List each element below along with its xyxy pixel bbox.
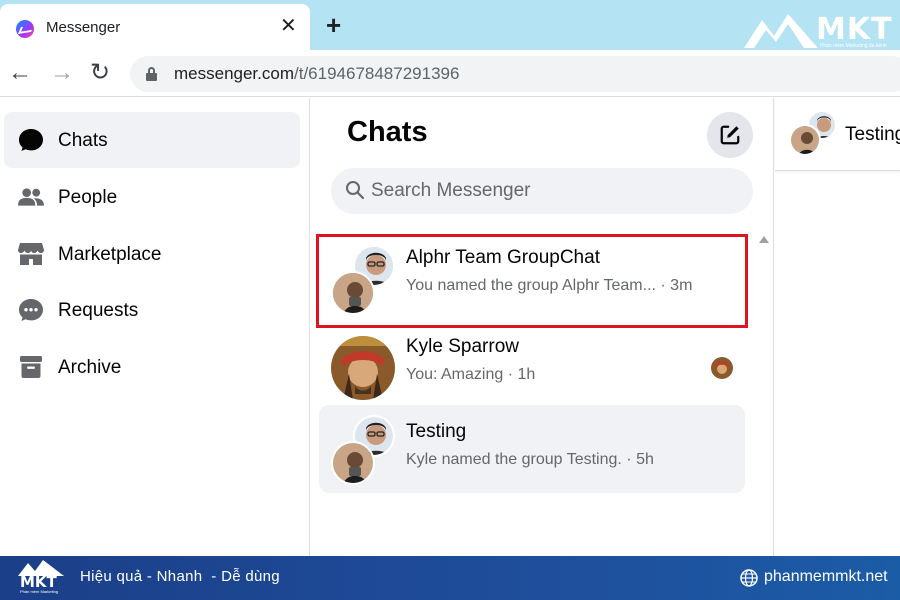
conversation-snippet: You: Amazing · 1h bbox=[406, 366, 536, 383]
requests-bubble-icon bbox=[19, 299, 43, 321]
chats-heading: Chats bbox=[347, 116, 428, 148]
member-avatar-woman bbox=[331, 441, 375, 485]
browser-tab-messenger[interactable]: Messenger ✕ bbox=[0, 4, 310, 50]
tab-title: Messenger bbox=[46, 19, 121, 36]
group-avatar bbox=[331, 245, 395, 315]
conversation-alphr-team-groupchat[interactable]: Alphr Team GroupChat You named the group… bbox=[316, 234, 748, 328]
new-tab-icon[interactable]: + bbox=[326, 12, 341, 38]
seen-receipt-avatar bbox=[711, 357, 733, 379]
chat-bubble-icon bbox=[19, 129, 43, 151]
url-text[interactable]: messenger.com/t/6194678487291396 bbox=[174, 64, 459, 84]
conversation-kyle-sparrow[interactable]: Kyle Sparrow You: Amazing · 1h bbox=[319, 324, 745, 412]
sidebar-item-label: Requests bbox=[58, 300, 139, 321]
scroll-up-arrow-icon[interactable] bbox=[759, 236, 769, 243]
conversation-name: Testing bbox=[406, 421, 467, 442]
chats-panel: Chats Alphr Team GroupChat You named the… bbox=[311, 98, 774, 556]
banner-website[interactable]: phanmemmkt.net bbox=[764, 568, 888, 586]
left-navigation: Chats People Marketplace Requests Archiv… bbox=[0, 98, 310, 556]
reload-icon[interactable]: ↻ bbox=[90, 58, 110, 88]
forward-arrow-icon[interactable]: → bbox=[50, 58, 74, 88]
compose-edit-icon bbox=[720, 125, 740, 145]
conversation-panel: Testing bbox=[775, 98, 900, 556]
group-avatar bbox=[331, 415, 395, 485]
conversation-title: Testing bbox=[845, 124, 900, 145]
watermark-brand: MKT bbox=[816, 12, 893, 47]
back-arrow-icon[interactable]: ← bbox=[8, 58, 32, 88]
archive-box-icon bbox=[20, 356, 42, 378]
sidebar-item-label: Chats bbox=[58, 130, 108, 151]
banner-slogan: Hiệu quả - Nhanh - Dễ dùng bbox=[80, 568, 280, 585]
new-message-button[interactable] bbox=[707, 112, 753, 158]
chat-list-scrollbar[interactable] bbox=[757, 234, 771, 556]
lock-icon[interactable] bbox=[146, 67, 157, 81]
conversation-name: Kyle Sparrow bbox=[406, 336, 519, 357]
sidebar-item-people[interactable]: People bbox=[4, 169, 300, 225]
mkt-watermark-logo: MKT Phần mềm Marketing đa kênh bbox=[744, 10, 894, 50]
url-host: messenger.com bbox=[174, 64, 294, 83]
marketplace-store-icon bbox=[18, 243, 44, 265]
sidebar-item-marketplace[interactable]: Marketplace bbox=[4, 226, 300, 282]
url-path: /t/6194678487291396 bbox=[294, 64, 460, 83]
browser-toolbar: ← → ↻ messenger.com/t/6194678487291396 bbox=[0, 50, 900, 97]
conversation-header[interactable]: Testing bbox=[775, 98, 900, 171]
sidebar-item-label: Marketplace bbox=[58, 244, 162, 265]
conversation-snippet: You named the group Alphr Team... · 3m bbox=[406, 277, 693, 294]
search-icon bbox=[346, 181, 365, 200]
address-bar[interactable]: messenger.com/t/6194678487291396 bbox=[130, 56, 900, 92]
browser-tab-strip: Messenger ✕ + MKT Phần mềm Marketing đa … bbox=[0, 0, 900, 50]
header-member-avatar-woman bbox=[789, 124, 821, 156]
conversation-testing[interactable]: Testing Kyle named the group Testing. · … bbox=[319, 405, 745, 493]
banner-brand-tagline: Phần mềm Marketing bbox=[20, 589, 59, 594]
mkt-mountain-logo-icon bbox=[744, 14, 818, 48]
search-bar[interactable] bbox=[331, 168, 753, 214]
globe-icon bbox=[740, 569, 758, 587]
conversation-snippet: Kyle named the group Testing. · 5h bbox=[406, 451, 654, 468]
conversation-name: Alphr Team GroupChat bbox=[406, 247, 600, 268]
people-icon bbox=[18, 188, 44, 206]
promo-banner: MKT Phần mềm Marketing Hiệu quả - Nhanh … bbox=[0, 556, 900, 600]
sidebar-item-label: People bbox=[58, 187, 118, 208]
messenger-favicon-icon bbox=[16, 20, 34, 38]
member-avatar-woman bbox=[331, 271, 375, 315]
sidebar-item-label: Archive bbox=[58, 357, 122, 378]
watermark-tagline: Phần mềm Marketing đa kênh bbox=[820, 43, 887, 49]
sidebar-item-requests[interactable]: Requests bbox=[4, 282, 300, 338]
contact-avatar-kyle bbox=[331, 336, 395, 400]
sidebar-item-archive[interactable]: Archive bbox=[4, 339, 300, 395]
banner-mkt-logo: MKT Phần mềm Marketing bbox=[18, 560, 64, 596]
sidebar-item-chats[interactable]: Chats bbox=[4, 112, 300, 168]
search-input[interactable] bbox=[371, 176, 731, 206]
close-tab-icon[interactable]: ✕ bbox=[280, 16, 297, 36]
